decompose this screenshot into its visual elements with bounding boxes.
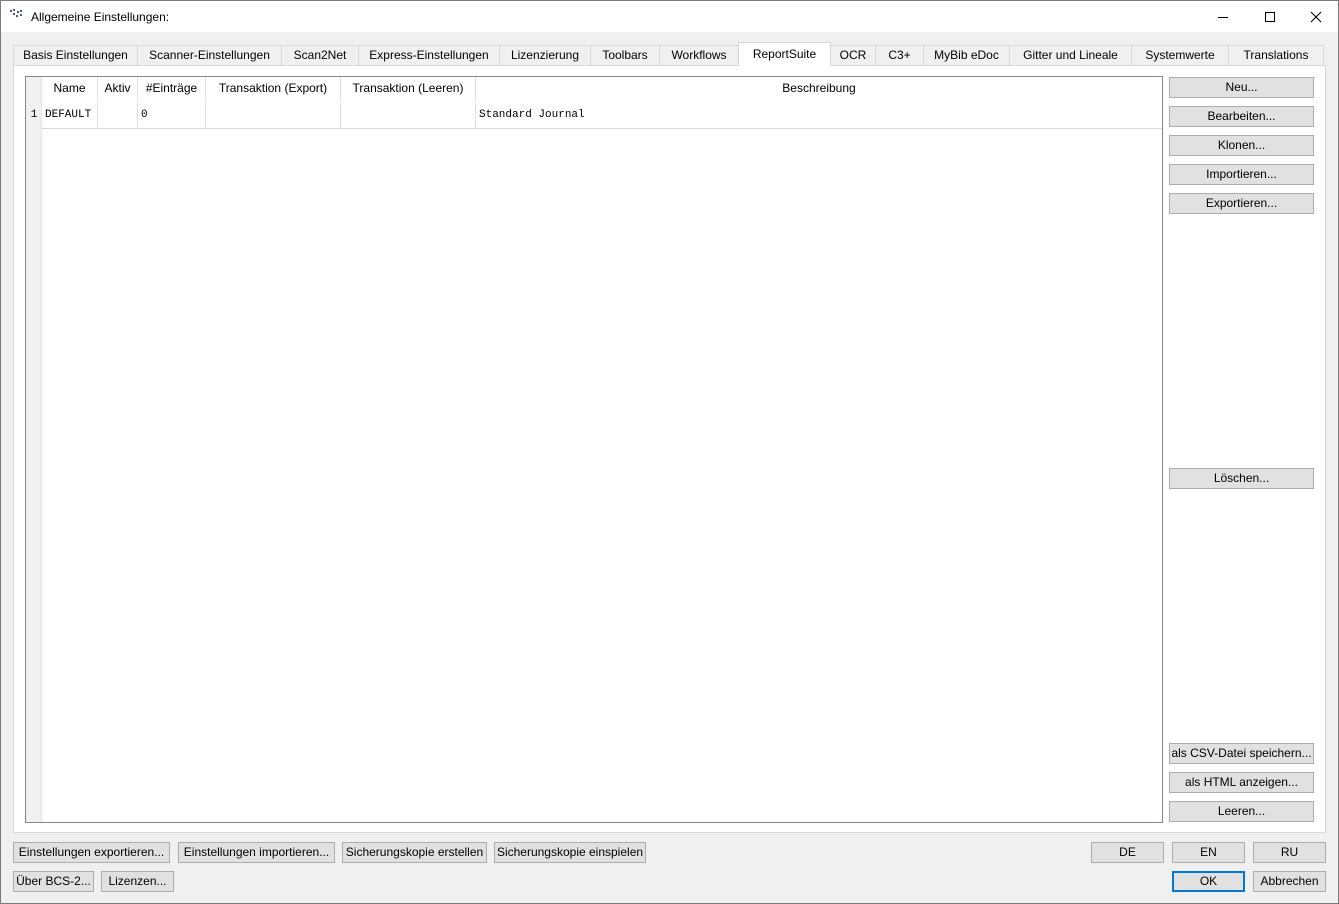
cell-eintraege[interactable]: 0 [138, 103, 206, 128]
tab-translations[interactable]: Translations [1228, 45, 1324, 66]
tab-systemwerte[interactable]: Systemwerte [1131, 45, 1229, 66]
clear-button[interactable]: Leeren... [1169, 801, 1314, 822]
save-csv-button[interactable]: als CSV-Datei speichern... [1169, 743, 1314, 764]
row-header-column [26, 77, 42, 822]
import-button[interactable]: Importieren... [1169, 164, 1314, 185]
app-icon [10, 9, 24, 19]
tab-c3plus[interactable]: C3+ [875, 45, 924, 66]
column-header-name[interactable]: Name [42, 77, 98, 101]
tab-scanner-einstellungen[interactable]: Scanner-Einstellungen [137, 45, 282, 66]
tab-lizenzierung[interactable]: Lizenzierung [499, 45, 591, 66]
column-header-aktiv[interactable]: Aktiv [98, 77, 138, 101]
row-divider [42, 128, 1162, 129]
minimize-button[interactable] [1200, 1, 1246, 32]
row-number[interactable]: 1 [26, 103, 42, 128]
import-settings-button[interactable]: Einstellungen importieren... [178, 842, 335, 863]
settings-window: Allgemeine Einstellungen: Basis Einstell… [0, 0, 1339, 904]
close-button[interactable] [1293, 1, 1339, 32]
ok-button[interactable]: OK [1172, 871, 1245, 892]
language-en-button[interactable]: EN [1172, 842, 1245, 863]
tab-workflows[interactable]: Workflows [659, 45, 739, 66]
column-header-beschreibung[interactable]: Beschreibung [476, 77, 1162, 101]
tab-scan2net[interactable]: Scan2Net [281, 45, 359, 66]
window-title: Allgemeine Einstellungen: [31, 10, 170, 24]
maximize-icon [1265, 11, 1275, 22]
tab-reportsuite[interactable]: ReportSuite [738, 42, 831, 66]
tab-strip: Basis Einstellungen Scanner-Einstellunge… [13, 42, 1339, 66]
export-button[interactable]: Exportieren... [1169, 193, 1314, 214]
tab-basis-einstellungen[interactable]: Basis Einstellungen [13, 45, 138, 66]
tab-express-einstellungen[interactable]: Express-Einstellungen [358, 45, 500, 66]
export-settings-button[interactable]: Einstellungen exportieren... [13, 842, 170, 863]
column-header-transaktion-leeren[interactable]: Transaktion (Leeren) [341, 77, 476, 101]
about-button[interactable]: Über BCS-2... [13, 871, 94, 892]
journal-table[interactable]: Name Aktiv #Einträge Transaktion (Export… [25, 76, 1163, 823]
column-header-eintraege[interactable]: #Einträge [138, 77, 206, 101]
title-bar: Allgemeine Einstellungen: [1, 1, 1338, 32]
cell-transaktion-export[interactable] [206, 103, 341, 128]
tab-gitter-und-lineale[interactable]: Gitter und Lineale [1009, 45, 1132, 66]
delete-button[interactable]: Löschen... [1169, 468, 1314, 489]
column-header-transaktion-export[interactable]: Transaktion (Export) [206, 77, 341, 101]
clone-button[interactable]: Klonen... [1169, 135, 1314, 156]
reportsuite-panel: Name Aktiv #Einträge Transaktion (Export… [13, 65, 1326, 833]
language-ru-button[interactable]: RU [1253, 842, 1326, 863]
edit-button[interactable]: Bearbeiten... [1169, 106, 1314, 127]
restore-backup-button[interactable]: Sicherungskopie einspielen [494, 842, 646, 863]
cell-beschreibung[interactable]: Standard Journal [476, 103, 1162, 128]
language-de-button[interactable]: DE [1091, 842, 1164, 863]
cell-name[interactable]: DEFAULT [42, 103, 98, 128]
create-backup-button[interactable]: Sicherungskopie erstellen [342, 842, 487, 863]
licenses-button[interactable]: Lizenzen... [101, 871, 174, 892]
cancel-button[interactable]: Abbrechen [1253, 871, 1326, 892]
maximize-button[interactable] [1247, 1, 1293, 32]
minimize-icon [1218, 16, 1228, 18]
close-icon [1310, 11, 1322, 22]
tab-mybib-edoc[interactable]: MyBib eDoc [923, 45, 1010, 66]
cell-transaktion-leeren[interactable] [341, 103, 476, 128]
tab-ocr[interactable]: OCR [830, 45, 876, 66]
cell-aktiv[interactable] [98, 103, 138, 128]
tab-toolbars[interactable]: Toolbars [590, 45, 660, 66]
show-html-button[interactable]: als HTML anzeigen... [1169, 772, 1314, 793]
new-button[interactable]: Neu... [1169, 77, 1314, 98]
